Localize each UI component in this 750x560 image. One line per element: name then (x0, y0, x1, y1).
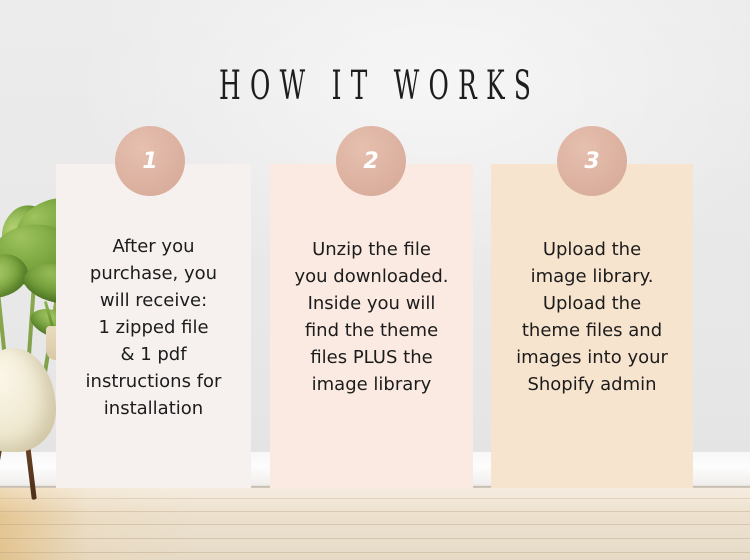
step-card-2: Unzip the file you downloaded. Inside yo… (270, 164, 473, 488)
step-1-text: After you purchase, you will receive: 1 … (85, 236, 222, 419)
step-badge-1: 1 (115, 126, 185, 196)
step-3-text: Upload the image library. Upload the the… (516, 239, 668, 395)
step-badge-3: 3 (557, 126, 627, 196)
step-badge-2: 2 (336, 126, 406, 196)
step-card-3: Upload the image library. Upload the the… (491, 164, 693, 488)
step-card-1: After you purchase, you will receive: 1 … (56, 164, 251, 488)
page-title: HOW IT WORKS (219, 63, 541, 109)
floor-gloss (0, 488, 750, 560)
how-it-works-graphic: HOW IT WORKS After you purchase, you wil… (0, 0, 750, 560)
step-2-text: Unzip the file you downloaded. Inside yo… (294, 239, 449, 395)
